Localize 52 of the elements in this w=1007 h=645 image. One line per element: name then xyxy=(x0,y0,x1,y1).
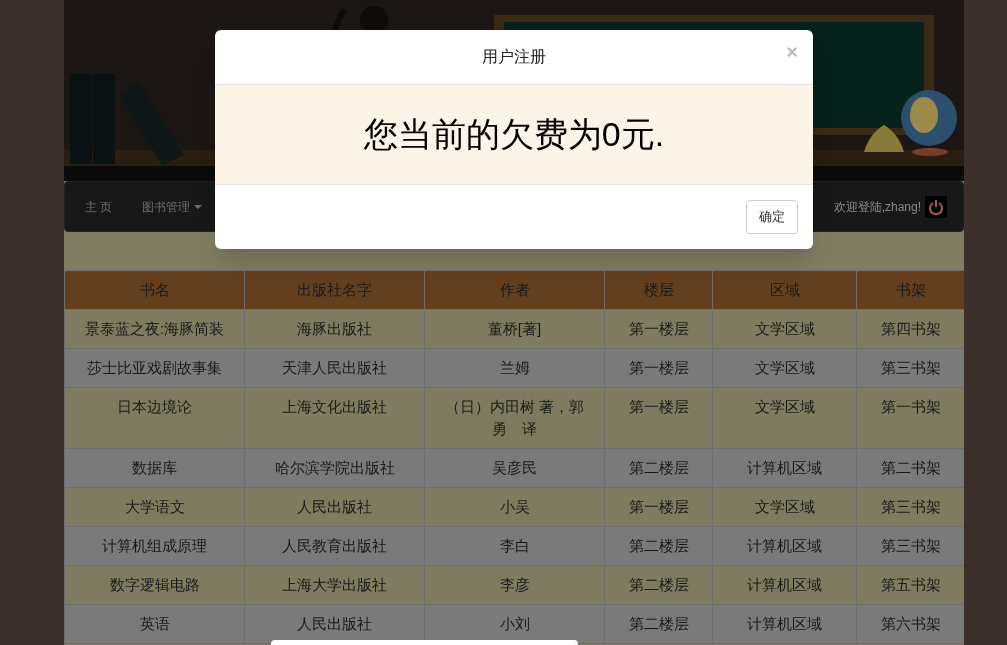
table-cell: 文学区域 xyxy=(712,309,857,349)
table-cell: 计算机区域 xyxy=(712,526,857,566)
table-cell: 数字逻辑电路 xyxy=(64,565,245,605)
column-header: 出版社名字 xyxy=(244,270,425,310)
table-cell: 数据库 xyxy=(64,448,245,488)
table-cell: 董桥[著] xyxy=(424,309,605,349)
table-cell: 计算机区域 xyxy=(712,448,857,488)
table-cell: 文学区域 xyxy=(712,387,857,449)
table-cell: 莎士比亚戏剧故事集 xyxy=(64,348,245,388)
table-cell: 上海大学出版社 xyxy=(244,565,425,605)
nav-link[interactable]: 图书管理 xyxy=(142,197,203,216)
table-cell: 景泰蓝之夜:海豚简装 xyxy=(64,309,245,349)
table-cell: 第一楼层 xyxy=(604,309,713,349)
table-cell: 大学语文 xyxy=(64,487,245,527)
table-cell: 第二楼层 xyxy=(604,604,713,644)
table-cell: 计算机区域 xyxy=(712,604,857,644)
column-header: 作者 xyxy=(424,270,605,310)
column-header: 书架 xyxy=(856,270,964,310)
table-cell: 英语 xyxy=(64,604,245,644)
table-cell: 人民出版社 xyxy=(244,487,425,527)
table-cell: 第二楼层 xyxy=(604,526,713,566)
table-cell: 天津人民出版社 xyxy=(244,348,425,388)
close-button[interactable]: × xyxy=(786,42,798,62)
column-header: 楼层 xyxy=(604,270,713,310)
table-cell: 李彦 xyxy=(424,565,605,605)
table-cell: 第二楼层 xyxy=(604,565,713,605)
welcome-text: 欢迎登陆,zhang! xyxy=(833,198,921,216)
table-cell: 兰姆 xyxy=(424,348,605,388)
debt-message: 您当前的欠费为0元. xyxy=(363,114,665,155)
table-cell: 文学区域 xyxy=(712,487,857,527)
table-cell: 哈尔滨学院出版社 xyxy=(244,448,425,488)
table-cell: 第一楼层 xyxy=(604,348,713,388)
confirm-button[interactable]: 确定 xyxy=(746,200,798,234)
table-cell: （日）内田树 著，郭勇 译 xyxy=(424,387,605,449)
table-cell: 李白 xyxy=(424,526,605,566)
table-cell: 第一楼层 xyxy=(604,487,713,527)
table-cell: 人民教育出版社 xyxy=(244,526,425,566)
table-cell: 计算机组成原理 xyxy=(64,526,245,566)
table-cell: 上海文化出版社 xyxy=(244,387,425,449)
table-cell: 吴彦民 xyxy=(424,448,605,488)
column-header: 区域 xyxy=(712,270,857,310)
table-cell: 第一楼层 xyxy=(604,387,713,449)
nav-link[interactable]: 主 页 xyxy=(85,197,113,216)
column-header: 书名 xyxy=(64,270,245,310)
table-cell: 海豚出版社 xyxy=(244,309,425,349)
table-cell: 日本边境论 xyxy=(64,387,245,449)
modal-title: 用户注册 xyxy=(482,47,546,67)
table-cell: 第二楼层 xyxy=(604,448,713,488)
power-icon[interactable] xyxy=(925,195,947,218)
table-cell: 计算机区域 xyxy=(712,565,857,605)
table-cell: 小吴 xyxy=(424,487,605,527)
table-cell: 文学区域 xyxy=(712,348,857,388)
